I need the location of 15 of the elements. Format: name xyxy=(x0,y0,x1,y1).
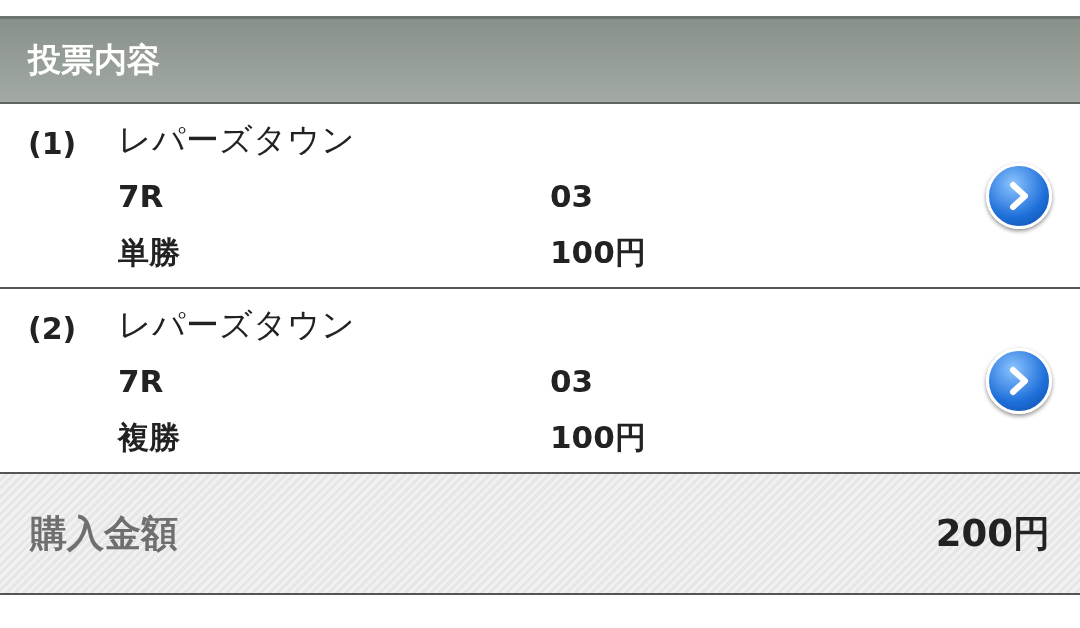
total-amount: 200円 xyxy=(935,510,1050,557)
horse-name: レパーズタウン xyxy=(118,118,356,161)
bet-amount: 100円 xyxy=(550,417,647,457)
section-title: 投票内容 xyxy=(28,39,160,81)
race-number: 7R xyxy=(118,361,165,401)
bet-type: 複勝 xyxy=(118,417,181,457)
horse-number: 03 xyxy=(550,361,595,401)
bet-type: 単勝 xyxy=(118,232,181,272)
horse-name: レパーズタウン xyxy=(118,303,356,346)
bet-index: (2) xyxy=(28,311,78,346)
race-number: 7R xyxy=(118,176,165,216)
bet-amount: 100円 xyxy=(550,232,647,272)
total-label: 購入金額 xyxy=(30,510,178,557)
horse-number: 03 xyxy=(550,176,595,216)
bet-index: (1) xyxy=(28,126,78,161)
